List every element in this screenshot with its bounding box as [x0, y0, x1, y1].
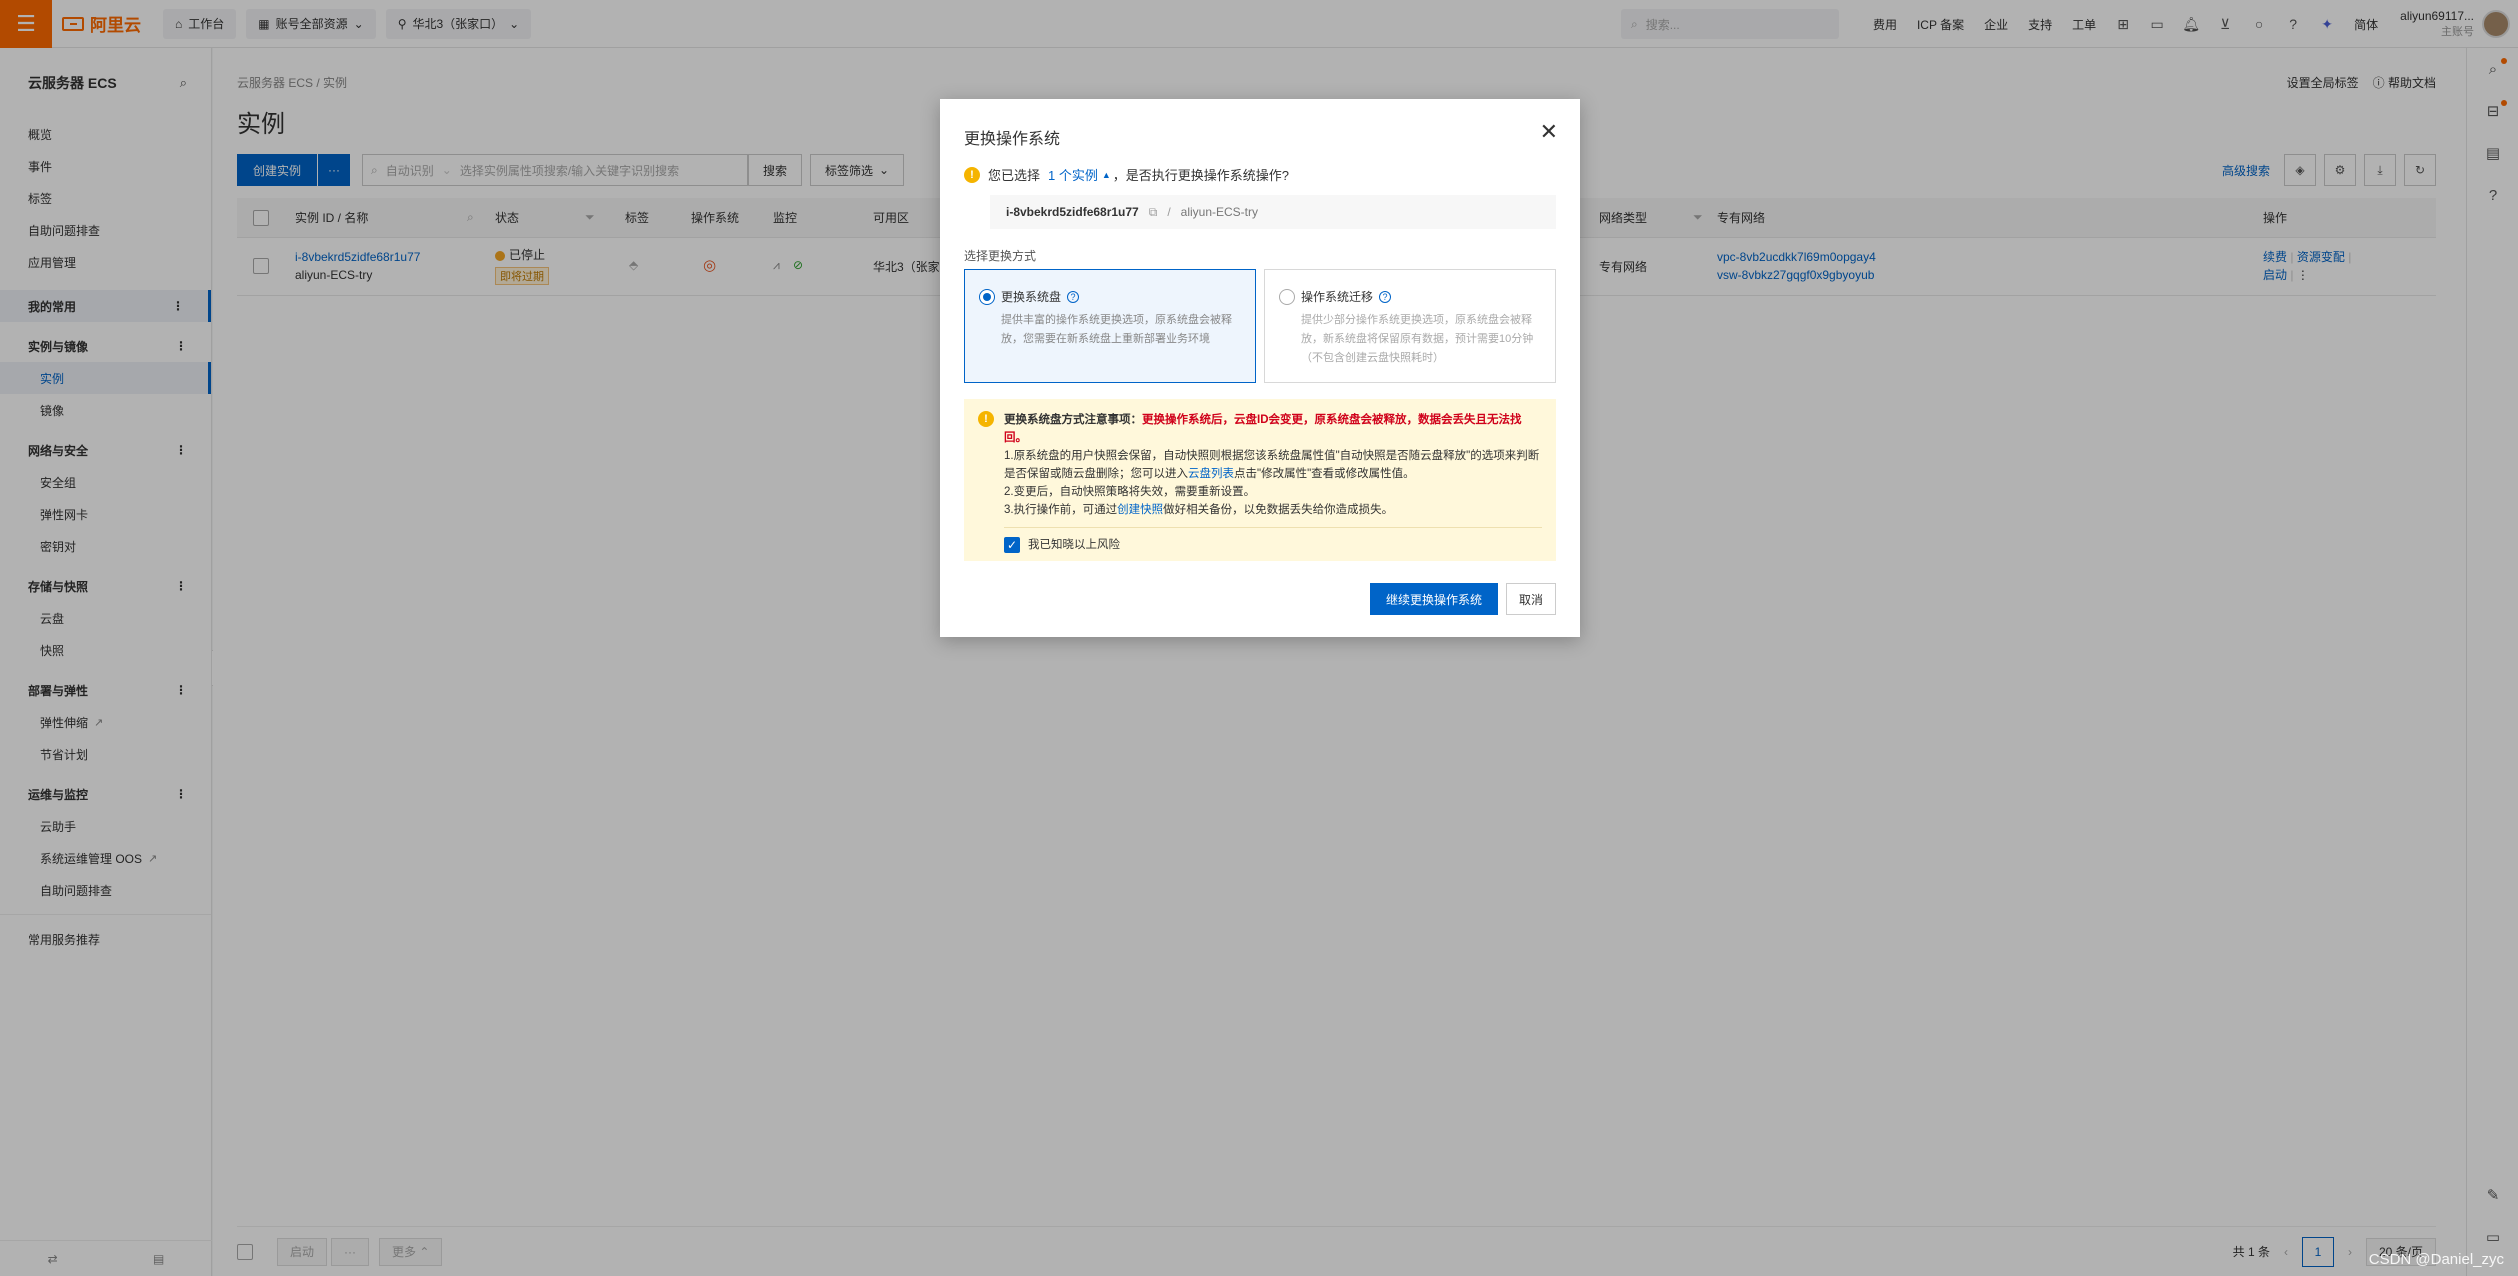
- caret-up-icon: ▲: [1101, 169, 1111, 180]
- notice-box: ! 更换系统盘方式注意事项：更换操作系统后，云盘ID会变更，原系统盘会被释放，数…: [964, 399, 1556, 561]
- ack-risk-checkbox[interactable]: ✓: [1004, 537, 1020, 553]
- option2-title: 操作系统迁移: [1301, 290, 1374, 304]
- option2-description: 提供少部分操作系统更换选项，原系统盘会被释放，新系统盘将保留原有数据，预计需要1…: [1301, 314, 1534, 364]
- option-replace-system-disk[interactable]: 更换系统盘 ? 提供丰富的操作系统更换选项，原系统盘会被释放，您需要在新系统盘上…: [964, 269, 1256, 383]
- close-icon[interactable]: ✕: [1540, 121, 1558, 143]
- option1-description: 提供丰富的操作系统更换选项，原系统盘会被释放，您需要在新系统盘上重新部署业务环境: [1001, 314, 1232, 345]
- ack-risk-label: 我已知晓以上风险: [1028, 539, 1120, 551]
- help-icon[interactable]: ?: [1067, 290, 1080, 303]
- option-os-migration[interactable]: 操作系统迁移 ? 提供少部分操作系统更换选项，原系统盘会被释放，新系统盘将保留原…: [1264, 269, 1556, 383]
- notice-item-2: 2.变更后，自动快照策略将失效，需要重新设置。: [1004, 486, 1256, 498]
- cancel-button[interactable]: 取消: [1505, 583, 1556, 615]
- selected-count: 1 个实例: [1048, 168, 1098, 183]
- notice-item-1b: 点击"修改属性"查看或修改属性值。: [1234, 468, 1415, 480]
- selected-instance-id: i-8vbekrd5zidfe68r1u77: [1006, 205, 1139, 219]
- selected-instance-row: i-8vbekrd5zidfe68r1u77 ⧉ / aliyun-ECS-tr…: [990, 195, 1556, 229]
- watermark: CSDN @Daniel_zyc: [2368, 1251, 2504, 1268]
- replace-method-label: 选择更换方式: [964, 249, 1037, 263]
- change-os-dialog: 更换操作系统 ✕ ! 您已选择 1 个实例 ▲ ，是否执行更换操作系统操作? i-…: [940, 99, 1580, 637]
- radio-os-migration[interactable]: [1279, 288, 1295, 305]
- notice-title: 更换系统盘方式注意事项：: [1004, 414, 1142, 426]
- radio-replace-system-disk[interactable]: [979, 288, 995, 305]
- continue-change-os-button[interactable]: 继续更换操作系统: [1369, 583, 1498, 615]
- dialog-title: 更换操作系统: [964, 131, 1061, 148]
- copy-icon[interactable]: ⧉: [1149, 205, 1158, 220]
- create-snapshot-link[interactable]: 创建快照: [1117, 504, 1163, 516]
- divider: [1004, 527, 1542, 528]
- help-icon[interactable]: ?: [1379, 290, 1392, 303]
- option1-title: 更换系统盘: [1001, 290, 1062, 304]
- question-prefix: 您已选择: [988, 168, 1041, 183]
- warning-icon: !: [978, 411, 994, 427]
- question-suffix: ，是否执行更换操作系统操作?: [1112, 168, 1290, 183]
- notice-item-3b: 做好相关备份，以免数据丢失给你造成损失。: [1163, 504, 1394, 516]
- selected-instance-name: aliyun-ECS-try: [1180, 205, 1259, 219]
- disk-list-link[interactable]: 云盘列表: [1188, 468, 1234, 480]
- selected-instances-toggle[interactable]: 1 个实例 ▲: [1048, 165, 1111, 184]
- separator: /: [1167, 205, 1171, 219]
- notice-item-3a: 3.执行操作前，可通过: [1004, 504, 1118, 516]
- warning-icon: !: [964, 166, 980, 183]
